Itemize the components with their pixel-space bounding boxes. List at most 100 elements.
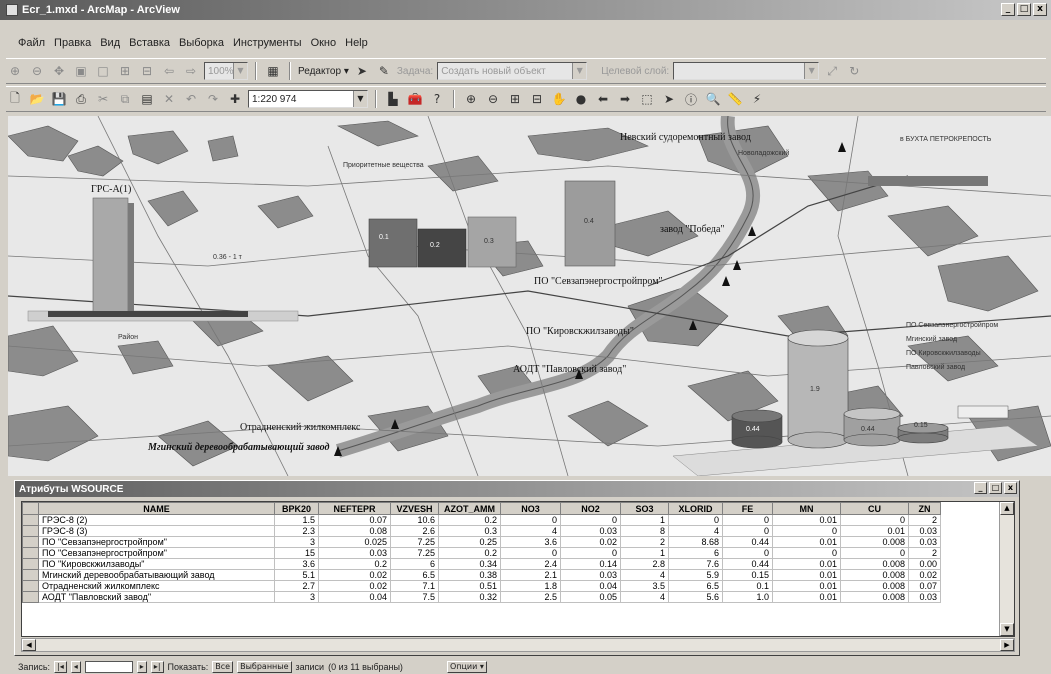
undo-icon[interactable]: ↶: [182, 90, 200, 108]
column-header-fe[interactable]: FE: [722, 502, 773, 515]
map-view[interactable]: ГРС-А(1) 0.36 - 1 т Район Приоритетные в…: [8, 116, 1051, 476]
arctoolbox-icon[interactable]: 🧰: [406, 90, 424, 108]
last-record-button[interactable]: ▸|: [150, 661, 164, 673]
save-icon[interactable]: 💾: [50, 90, 68, 108]
table-row[interactable]: Отрадненский жилкомплекс 2.7 0.02 7.1 0.51 1.…: [22, 580, 941, 592]
close-button[interactable]: x: [1033, 3, 1047, 16]
horizontal-scrollbar[interactable]: ◀ ▶: [21, 638, 1015, 652]
redo-icon[interactable]: ↷: [204, 90, 222, 108]
go-forward-extent-icon[interactable]: ⇨: [182, 62, 200, 80]
fixed-zoom-out-icon[interactable]: ⊟: [138, 62, 156, 80]
column-header-no2[interactable]: NO2: [560, 502, 621, 515]
sketch-tool-icon[interactable]: ✎: [375, 62, 393, 80]
column-header-so3[interactable]: SO3: [620, 502, 669, 515]
row-selector[interactable]: [22, 569, 39, 581]
target-layer-combo[interactable]: ▼: [673, 62, 820, 80]
column-header-no3[interactable]: NO3: [500, 502, 561, 515]
open-folder-icon[interactable]: 📂: [28, 90, 46, 108]
table-row[interactable]: ПО "Севзапэнергостройпром" 3 0.025 7.25 0.25…: [22, 536, 941, 548]
column-header-name[interactable]: NAME: [38, 502, 275, 515]
attribute-table-window[interactable]: Атрибуты WSOURCE _ □ x NAME BPK20 NEFTEPR V…: [14, 480, 1020, 656]
table-row[interactable]: ПО "Севзапэнергостройпром" 15 0.03 7.25 0.2 0…: [22, 547, 941, 559]
menu-window[interactable]: Окно: [311, 37, 337, 49]
zoom-whole-page-icon[interactable]: ▣: [72, 62, 90, 80]
fixed-zoom-out-map-icon[interactable]: ⊟: [528, 90, 546, 108]
layout-zoom-combo[interactable]: 100% ▼: [204, 62, 248, 80]
copy-icon[interactable]: ⧉: [116, 90, 134, 108]
record-number-input[interactable]: [84, 661, 133, 673]
row-selector[interactable]: [22, 547, 39, 559]
menu-file[interactable]: Файл: [18, 37, 45, 49]
toggle-draft-icon[interactable]: ▦: [264, 62, 282, 80]
row-selector[interactable]: [22, 525, 39, 537]
menu-tools[interactable]: Инструменты: [233, 37, 302, 49]
cut-icon[interactable]: ✂: [94, 90, 112, 108]
forward-extent-icon[interactable]: ➡: [616, 90, 634, 108]
menu-selection[interactable]: Выборка: [179, 37, 224, 49]
column-header-cu[interactable]: CU: [840, 502, 909, 515]
hyperlink-icon[interactable]: ⚡: [748, 90, 766, 108]
attribute-grid[interactable]: NAME BPK20 NEFTEPR VZVESH AZOT_AMM NO3 NO2 SO3 X…: [21, 501, 1015, 637]
find-icon[interactable]: 🔍: [704, 90, 722, 108]
column-header-xlorid[interactable]: XLORID: [668, 502, 723, 515]
first-record-button[interactable]: |◂: [54, 661, 67, 673]
row-selector[interactable]: [22, 514, 39, 526]
full-extent-icon[interactable]: ●: [572, 90, 590, 108]
maximize-button[interactable]: □: [1017, 3, 1031, 16]
table-row[interactable]: ГРЭС-8 (3) 2.3 0.08 2.6 0.3 4 0.03 8 4 0 0 0.01 0.03: [22, 525, 941, 537]
column-header-vzvesh[interactable]: VZVESH: [390, 502, 439, 515]
next-record-button[interactable]: ▸: [136, 661, 147, 673]
menu-insert[interactable]: Вставка: [129, 37, 170, 49]
edit-tool-icon[interactable]: ➤: [353, 62, 371, 80]
zoom-out-icon[interactable]: ⊖: [484, 90, 502, 108]
scroll-up-icon[interactable]: ▲: [1000, 502, 1014, 515]
options-button[interactable]: Опции ▾: [446, 661, 487, 673]
menu-view[interactable]: Вид: [100, 37, 120, 49]
row-selector[interactable]: [22, 536, 39, 548]
select-features-icon[interactable]: ⬚: [638, 90, 656, 108]
show-selected-button[interactable]: Выбранные: [237, 661, 292, 673]
column-header-azot_amm[interactable]: AZOT_AMM: [438, 502, 501, 515]
zoom-out-page-icon[interactable]: ⊖: [28, 62, 46, 80]
delete-icon[interactable]: ✕: [160, 90, 178, 108]
editor-toolbar-icon[interactable]: ▙: [384, 90, 402, 108]
map-scale-combo[interactable]: 1:220 974 ▼: [248, 90, 368, 108]
scroll-down-icon[interactable]: ▼: [1000, 623, 1014, 636]
column-header-mn[interactable]: MN: [772, 502, 841, 515]
vertical-scrollbar[interactable]: ▲ ▼: [999, 502, 1014, 636]
column-header-zn[interactable]: ZN: [908, 502, 941, 515]
rotate-tool-icon[interactable]: ↻: [845, 62, 863, 80]
menu-edit[interactable]: Правка: [54, 37, 91, 49]
split-tool-icon[interactable]: ⤢: [823, 62, 841, 80]
task-combo[interactable]: Создать новый объект ▼: [437, 62, 588, 80]
zoom-in-icon[interactable]: ⊕: [462, 90, 480, 108]
prev-record-button[interactable]: ◂: [70, 661, 81, 673]
measure-icon[interactable]: 📏: [726, 90, 744, 108]
pan-page-icon[interactable]: ✥: [50, 62, 68, 80]
row-selector-header[interactable]: [22, 502, 39, 515]
identify-icon[interactable]: ⓘ: [682, 90, 700, 108]
row-selector[interactable]: [22, 580, 39, 592]
fixed-zoom-in-map-icon[interactable]: ⊞: [506, 90, 524, 108]
attr-close-button[interactable]: x: [1004, 482, 1017, 494]
whats-this-icon[interactable]: ?: [428, 90, 446, 108]
paste-icon[interactable]: ▤: [138, 90, 156, 108]
new-document-icon[interactable]: 🗋: [6, 90, 24, 108]
table-row[interactable]: ГРЭС-8 (2) 1.5 0.07 10.6 0.2 0 0 1 0 0 0.01 0 2: [22, 514, 941, 526]
fixed-zoom-in-icon[interactable]: ⊞: [116, 62, 134, 80]
pan-icon[interactable]: ✋: [550, 90, 568, 108]
attr-maximize-button[interactable]: □: [989, 482, 1002, 494]
add-data-icon[interactable]: ✚: [226, 90, 244, 108]
attr-minimize-button[interactable]: _: [974, 482, 987, 494]
table-row[interactable]: ПО "Кировскжилзаводы" 3.6 0.2 6 0.34 2.4 0.14 2…: [22, 558, 941, 570]
row-selector[interactable]: [22, 591, 39, 603]
menu-help[interactable]: Help: [345, 37, 368, 49]
show-all-button[interactable]: Все: [212, 661, 234, 673]
print-icon[interactable]: ⎙: [72, 90, 90, 108]
table-row[interactable]: АОДТ "Павловский завод" 3 0.04 7.5 0.32 2.5 0.…: [22, 591, 941, 603]
row-selector[interactable]: [22, 558, 39, 570]
scroll-left-icon[interactable]: ◀: [22, 639, 36, 651]
column-header-neftepr[interactable]: NEFTEPR: [318, 502, 391, 515]
table-row[interactable]: Мгинский деревообрабатывающий завод 5.1 0.…: [22, 569, 941, 581]
zoom-100-icon[interactable]: □: [94, 62, 112, 80]
